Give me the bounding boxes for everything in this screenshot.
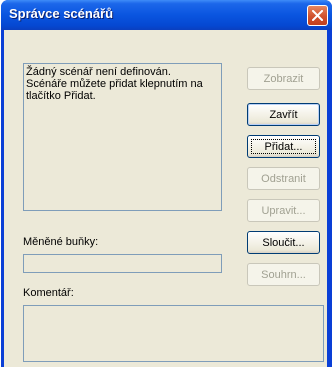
title-bar[interactable]: Správce scénářů xyxy=(1,0,332,30)
comment-label: Komentář: xyxy=(23,287,74,299)
show-button[interactable]: Zobrazit xyxy=(247,67,320,90)
window-title: Správce scénářů xyxy=(9,6,114,21)
scenario-list[interactable]: Žádný scénář není definován. Scénáře můž… xyxy=(23,63,222,211)
edit-button[interactable]: Upravit... xyxy=(247,199,320,222)
add-button[interactable]: Přidat... xyxy=(247,135,320,158)
close-window-button[interactable] xyxy=(307,5,328,26)
add-button-label: Přidat... xyxy=(264,140,303,153)
close-icon xyxy=(312,10,323,21)
merge-button[interactable]: Sloučit... xyxy=(247,231,320,254)
no-scenarios-message: Žádný scénář není definován. Scénáře můž… xyxy=(26,66,203,102)
delete-button[interactable]: Odstranit xyxy=(247,167,320,190)
close-button[interactable]: Zavřít xyxy=(247,103,320,126)
changing-cells-label: Měněné buňky: xyxy=(23,236,99,248)
comment-field[interactable] xyxy=(23,305,324,362)
dialog-body: Žádný scénář není definován. Scénáře můž… xyxy=(4,30,327,367)
summary-button[interactable]: Souhrn... xyxy=(247,263,320,286)
changing-cells-field[interactable] xyxy=(23,254,222,273)
